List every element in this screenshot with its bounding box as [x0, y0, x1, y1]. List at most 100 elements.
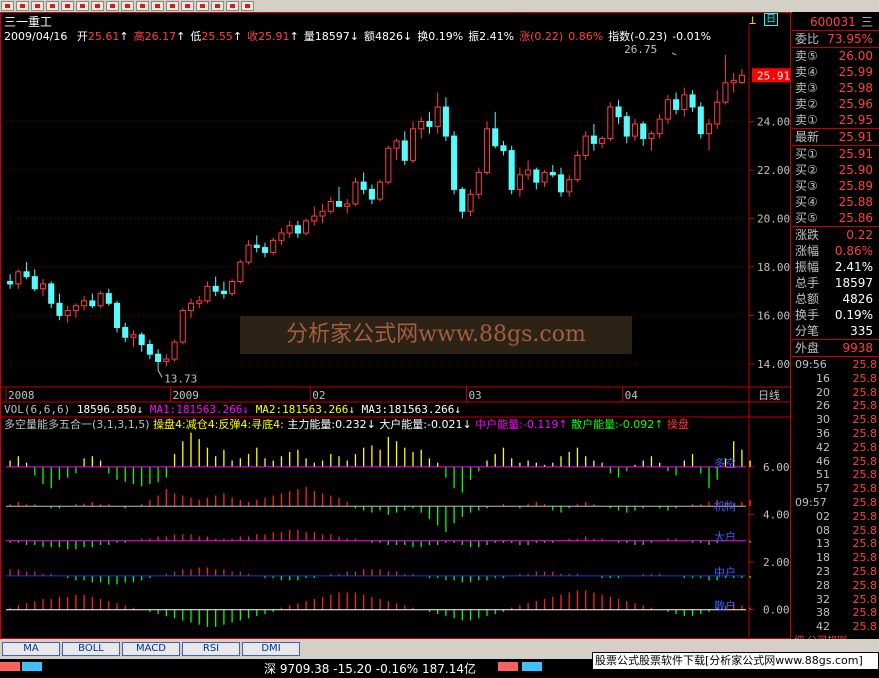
candle-body-down — [623, 116, 630, 137]
stat-row-3-value: 18597 — [834, 276, 873, 290]
sell-row-5[interactable]: 卖⑤ 26.00 — [792, 48, 879, 64]
tick-time: 42 — [816, 620, 830, 634]
indicator-tick-label: 0.00 — [763, 604, 790, 617]
buy-row-4[interactable]: 买④ 25.88 — [792, 194, 879, 210]
legend-span: 大户能量:-0.021↓ — [379, 417, 475, 431]
buy-row-2[interactable]: 买② 25.90 — [792, 162, 879, 178]
quote-label: 开 — [76, 30, 88, 43]
candle-body-down — [220, 290, 227, 295]
candle-body-up — [418, 121, 425, 130]
buy-row-3[interactable]: 买③ 25.89 — [792, 178, 879, 194]
stat-row-4[interactable]: 总额 4826 — [792, 291, 879, 307]
legend-span: 操盘4:减仓4:反弹4:寻底4: — [153, 417, 287, 431]
candle-body-up — [385, 147, 392, 183]
price-annotation: 26.75 — [624, 43, 657, 56]
ad-banner[interactable]: 股票公式股票软件下载[分析家公式网www.88gs.com] — [592, 652, 879, 670]
candle-body-down — [113, 302, 121, 329]
quote-arrow: ↑ — [176, 30, 186, 43]
candle-body-down — [105, 293, 112, 304]
buy-row-1[interactable]: 买① 25.91 — [792, 146, 879, 162]
candle-body-up — [171, 341, 178, 360]
sell-row-4[interactable]: 卖④ 25.99 — [792, 64, 879, 80]
candle-body-down — [294, 225, 301, 234]
quote-item-1: 高26.17↑ — [134, 30, 186, 43]
legend-span: 主力能量:0.232↓ — [287, 417, 379, 431]
weibi-row[interactable]: 委比 73.95% — [792, 31, 879, 47]
candle-body-down — [549, 171, 556, 176]
quote-value: -0.01% — [672, 30, 712, 43]
vol-legend: VOL(6,6,6) 18596.850↓ MA1:181563.266↓ MA… — [4, 403, 461, 416]
sell-row-1[interactable]: 卖① 25.95 — [792, 112, 879, 128]
legend-span: VOL(6,6,6) — [4, 403, 77, 416]
indicator-tab-boll[interactable]: BOLL — [62, 642, 120, 656]
sell-row-2[interactable]: 卖② 25.96 — [792, 96, 879, 112]
sell-row-5-label: 卖⑤ — [795, 49, 818, 63]
quote-label: 指数 — [608, 30, 631, 43]
sell-row-3[interactable]: 卖③ 25.98 — [792, 80, 879, 96]
annotation-line — [671, 52, 677, 56]
candle-body-down — [7, 280, 14, 285]
last-price-label: 25.91 — [757, 69, 790, 82]
price-tick-label: 22.00 — [757, 164, 790, 177]
price-annotation: 13.73 — [164, 372, 197, 385]
candle-body-up — [72, 305, 79, 312]
candle-body-up — [81, 300, 88, 307]
quote-date: 2009/04/16 — [4, 30, 68, 43]
indicator-row-label: 大户 — [714, 530, 736, 544]
stat-row-2[interactable]: 振幅 2.41% — [792, 259, 879, 275]
date-label: 02 — [312, 389, 325, 402]
indicator-row-label: 多空 — [714, 456, 736, 470]
candle-body-up — [525, 169, 532, 176]
stat-row-3[interactable]: 总手 18597 — [792, 275, 879, 291]
buy-row-3-label: 买③ — [795, 179, 818, 193]
candle-body-up — [582, 135, 589, 156]
buy-row-1-value: 25.91 — [838, 147, 873, 161]
date-label: 2008 — [8, 389, 35, 402]
price-tick-label: 20.00 — [757, 212, 790, 225]
outer-row[interactable]: 外盘 9938 — [792, 340, 879, 356]
indicator-tab-ma[interactable]: MA — [2, 642, 60, 656]
candle-body-up — [681, 94, 688, 110]
candle-body-down — [442, 106, 449, 137]
stat-row-0[interactable]: 涨跌 0.22 — [792, 227, 879, 243]
candle-body-up — [319, 210, 326, 217]
candle-body-up — [574, 154, 581, 181]
stat-row-6[interactable]: 分笔 335 — [792, 323, 879, 339]
candle-body-down — [615, 106, 622, 118]
candle-body-down — [640, 123, 647, 140]
quote-value: (0.22) — [530, 30, 564, 43]
candle-body-down — [261, 247, 269, 253]
price-tick-label: 18.00 — [757, 261, 790, 274]
candle-body-up — [196, 300, 203, 304]
sell-row-3-value: 25.98 — [838, 81, 873, 95]
indicator-legend: 多空量能多五合一(3,1,3,1,5) 操盘4:减仓4:反弹4:寻底4: 主力能… — [4, 417, 689, 431]
candle-body-up — [467, 193, 474, 212]
indicator-tab-dmi[interactable]: DMI — [242, 642, 300, 656]
buy-row-5[interactable]: 买⑤ 25.86 — [792, 210, 879, 226]
candle-body-up — [705, 123, 713, 135]
settings-icon[interactable]: ⊥ — [749, 13, 756, 27]
stat-row-1[interactable]: 涨幅 0.86% — [792, 243, 879, 259]
indicator-tab-rsi[interactable]: RSI — [182, 642, 240, 656]
candle-body-down — [56, 302, 63, 316]
panel-header[interactable]: 600031 三 — [792, 14, 879, 30]
period-button[interactable]: 日 — [764, 13, 778, 26]
quote-item-4: 量18597↓ — [304, 30, 359, 43]
candle-body-down — [48, 283, 55, 304]
candle-body-up — [64, 310, 71, 316]
stat-row-5[interactable]: 换手 0.19% — [792, 307, 879, 323]
indicator-tab-macd[interactable]: MACD — [122, 642, 180, 656]
status-indicator — [22, 662, 42, 671]
weibi-row-label: 委比 — [795, 32, 820, 46]
quote-value: 25.91 — [258, 30, 290, 43]
candle-body-up — [286, 225, 293, 234]
stat-row-0-label: 涨跌 — [795, 228, 820, 242]
candle-body-up — [229, 280, 236, 295]
candle-body-up — [541, 171, 548, 183]
quote-label: 振 — [468, 30, 480, 43]
legend-span: MA2:181563.266↓ — [256, 403, 362, 416]
candle-body-down — [23, 271, 30, 278]
latest-row[interactable]: 最新 25.91 — [792, 129, 879, 145]
candle-body-up — [15, 271, 22, 285]
candle-body-down — [138, 334, 145, 345]
